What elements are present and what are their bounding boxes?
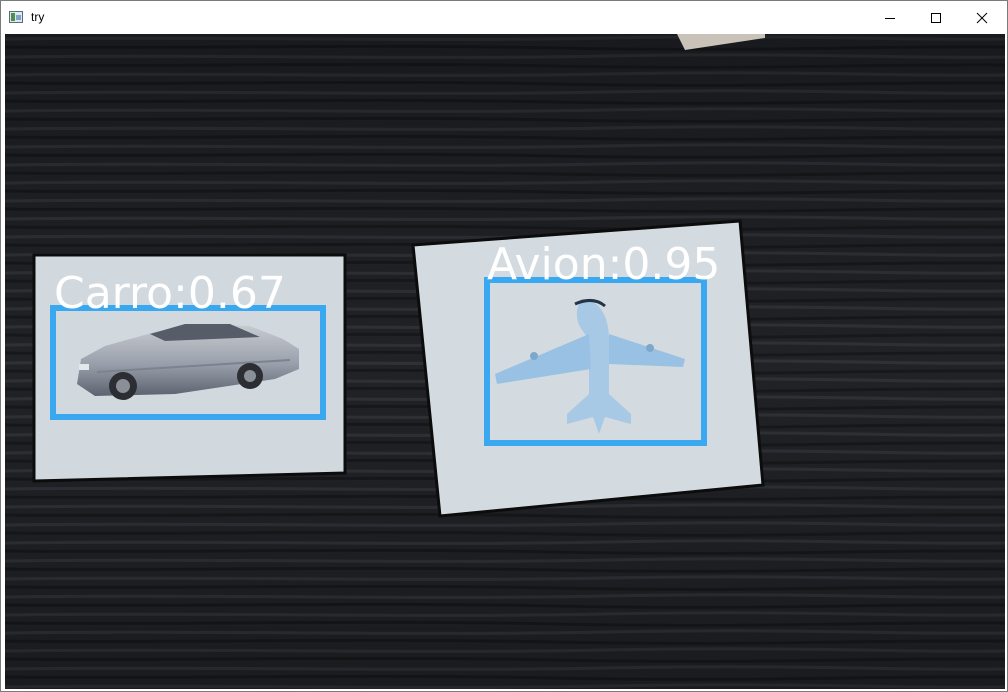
minimize-icon [885, 17, 895, 19]
maximize-button[interactable] [913, 1, 959, 34]
detection-label-airplane: Avion:0.95 [487, 239, 720, 290]
detection-label-car: Carro:0.67 [54, 268, 286, 319]
window-app-icon[interactable] [9, 11, 23, 23]
camera-view: Carro:0.67 Avion:0.95 [5, 34, 1005, 689]
window-title: try [31, 10, 45, 24]
camera-frame: Carro:0.67 Avion:0.95 [5, 34, 1005, 689]
maximize-icon [931, 12, 941, 23]
app-window: try Carro:0.67 Avion:0.95 [0, 0, 1008, 692]
close-icon [976, 12, 988, 23]
title-bar[interactable]: try [1, 1, 1007, 34]
minimize-button[interactable] [867, 1, 913, 34]
close-button[interactable] [959, 1, 1005, 34]
